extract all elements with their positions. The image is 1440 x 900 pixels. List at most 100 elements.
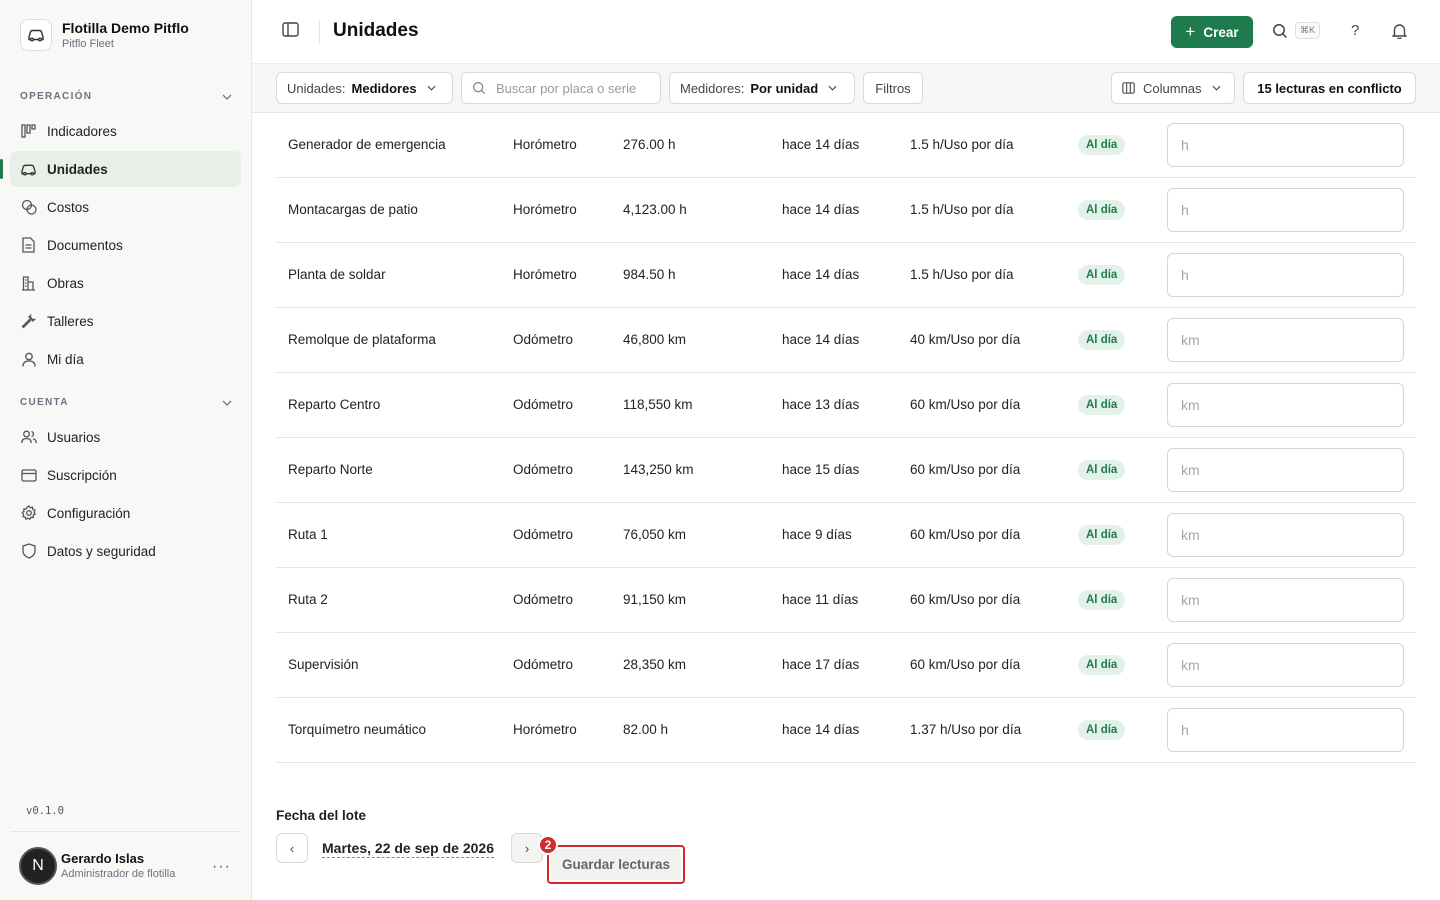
section-operation[interactable]: OPERACIÓN xyxy=(20,91,232,102)
app-version: v0.1.0 xyxy=(26,805,64,817)
previous-date-button[interactable]: ‹ xyxy=(276,833,308,863)
meter-type: Horómetro xyxy=(513,137,577,152)
bell-icon[interactable] xyxy=(1391,23,1408,44)
section-operation-label: OPERACIÓN xyxy=(20,91,93,102)
usage-rate: 1.5 h/Uso por día xyxy=(910,137,1014,152)
sidebar-item-label: Documentos xyxy=(47,237,123,253)
usage-rate: 60 km/Uso por día xyxy=(910,527,1021,542)
sidebar-item-label: Obras xyxy=(47,275,84,291)
unit-name: Supervisión xyxy=(288,657,359,672)
table-row: Planta de soldar Horómetro 984.50 h hace… xyxy=(276,243,1416,308)
search-field[interactable] xyxy=(461,72,661,104)
meter-value: 143,250 km xyxy=(623,462,694,477)
sidebar-item-obras[interactable]: Obras xyxy=(10,265,241,301)
sidebar-item-usuarios[interactable]: Usuarios xyxy=(10,419,241,455)
more-icon[interactable]: ··· xyxy=(212,858,231,876)
section-account[interactable]: CUENTA xyxy=(20,397,232,408)
sidebar-item-datos-seguridad[interactable]: Datos y seguridad xyxy=(10,533,241,569)
status-badge: Al día xyxy=(1078,330,1126,350)
meter-value: 82.00 h xyxy=(623,722,669,737)
sidebar-item-label: Unidades xyxy=(47,161,108,177)
last-reading: hace 14 días xyxy=(782,202,860,217)
sidebar-item-unidades[interactable]: Unidades xyxy=(0,151,241,187)
meters-value: Por unidad xyxy=(750,80,819,96)
sidebar-toggle-icon[interactable] xyxy=(282,22,299,42)
batch-date-value[interactable]: Martes, 22 de sep de 2026 xyxy=(322,840,494,858)
status-badge: Al día xyxy=(1078,200,1126,220)
reading-input[interactable] xyxy=(1167,578,1404,622)
unit-name: Planta de soldar xyxy=(288,267,386,282)
search-input[interactable] xyxy=(496,80,646,96)
usage-rate: 60 km/Uso por día xyxy=(910,462,1021,477)
search-shortcut: ⌘K xyxy=(1295,22,1321,39)
reading-input[interactable] xyxy=(1167,318,1404,362)
last-reading: hace 11 días xyxy=(782,592,859,607)
usage-rate: 1.37 h/Uso por día xyxy=(910,722,1022,737)
sidebar-item-costos[interactable]: Costos xyxy=(10,189,241,225)
reading-input[interactable] xyxy=(1167,253,1404,297)
sidebar-item-indicadores[interactable]: Indicadores xyxy=(10,113,241,149)
status-badge: Al día xyxy=(1078,135,1126,155)
meters-select[interactable]: Medidores: Por unidad xyxy=(669,72,855,104)
table-row: Torquímetro neumático Horómetro 82.00 h … xyxy=(276,698,1416,763)
batch-date-label: Fecha del lote xyxy=(276,808,367,823)
sidebar-item-configuracion[interactable]: Configuración xyxy=(10,495,241,531)
org-name: Flotilla Demo Pitflo xyxy=(62,19,189,36)
chevron-down-icon xyxy=(427,85,436,91)
user-name: Gerardo Islas xyxy=(61,851,145,866)
meters-label: Medidores: xyxy=(680,80,745,96)
create-button[interactable]: + Crear xyxy=(1171,16,1253,48)
sidebar-item-label: Configuración xyxy=(47,505,131,521)
unit-name: Reparto Norte xyxy=(288,462,373,477)
reading-input[interactable] xyxy=(1167,123,1404,167)
save-readings-button[interactable]: Guardar lecturas xyxy=(547,845,685,884)
document-icon xyxy=(20,237,37,254)
wrench-icon xyxy=(20,313,37,330)
units-view-select[interactable]: Unidades: Medidores xyxy=(276,72,453,104)
filters-button[interactable]: Filtros xyxy=(863,72,923,104)
meter-type: Odómetro xyxy=(513,657,574,672)
user-menu[interactable]: N Gerardo Islas Administrador de flotill… xyxy=(10,831,241,900)
sidebar-item-label: Costos xyxy=(47,199,90,215)
table-row: Ruta 2 Odómetro 91,150 km hace 11 días 6… xyxy=(276,568,1416,633)
status-badge: Al día xyxy=(1078,460,1126,480)
status-badge: Al día xyxy=(1078,720,1126,740)
users-icon xyxy=(20,429,37,446)
meter-value: 276.00 h xyxy=(623,137,676,152)
status-badge: Al día xyxy=(1078,265,1126,285)
gear-icon xyxy=(20,505,37,522)
reading-input[interactable] xyxy=(1167,643,1404,687)
last-reading: hace 14 días xyxy=(782,722,860,737)
meters-table: Generador de emergencia Horómetro 276.00… xyxy=(276,113,1416,793)
reading-input[interactable] xyxy=(1167,513,1404,557)
reading-input[interactable] xyxy=(1167,188,1404,232)
conflicts-button[interactable]: 15 lecturas en conflicto xyxy=(1243,72,1416,104)
unit-name: Montacargas de patio xyxy=(288,202,418,217)
meter-type: Horómetro xyxy=(513,267,577,282)
sidebar-item-talleres[interactable]: Talleres xyxy=(10,303,241,339)
table-row: Montacargas de patio Horómetro 4,123.00 … xyxy=(276,178,1416,243)
search-icon[interactable] xyxy=(1272,23,1288,44)
meter-type: Horómetro xyxy=(513,722,577,737)
reading-input[interactable] xyxy=(1167,708,1404,752)
columns-button[interactable]: Columnas xyxy=(1111,72,1235,104)
header-divider xyxy=(319,20,320,44)
meter-type: Odómetro xyxy=(513,592,574,607)
create-button-label: Crear xyxy=(1203,24,1239,40)
sidebar-item-mi-dia[interactable]: Mi día xyxy=(10,341,241,377)
status-badge: Al día xyxy=(1078,590,1126,610)
card-icon xyxy=(20,467,37,484)
org-switcher[interactable]: Flotilla Demo Pitflo Pitflo Fleet xyxy=(20,19,189,51)
save-readings-label: Guardar lecturas xyxy=(551,849,681,880)
avatar: N xyxy=(19,847,57,885)
last-reading: hace 14 días xyxy=(782,137,860,152)
meter-value: 91,150 km xyxy=(623,592,687,607)
conflicts-label: 15 lecturas en conflicto xyxy=(1257,80,1402,96)
sidebar-item-suscripcion[interactable]: Suscripción xyxy=(10,457,241,493)
reading-input[interactable] xyxy=(1167,448,1404,492)
help-icon[interactable]: ? xyxy=(1351,22,1359,39)
reading-input[interactable] xyxy=(1167,383,1404,427)
last-reading: hace 15 días xyxy=(782,462,860,477)
sidebar-item-documentos[interactable]: Documentos xyxy=(10,227,241,263)
usage-rate: 60 km/Uso por día xyxy=(910,657,1021,672)
